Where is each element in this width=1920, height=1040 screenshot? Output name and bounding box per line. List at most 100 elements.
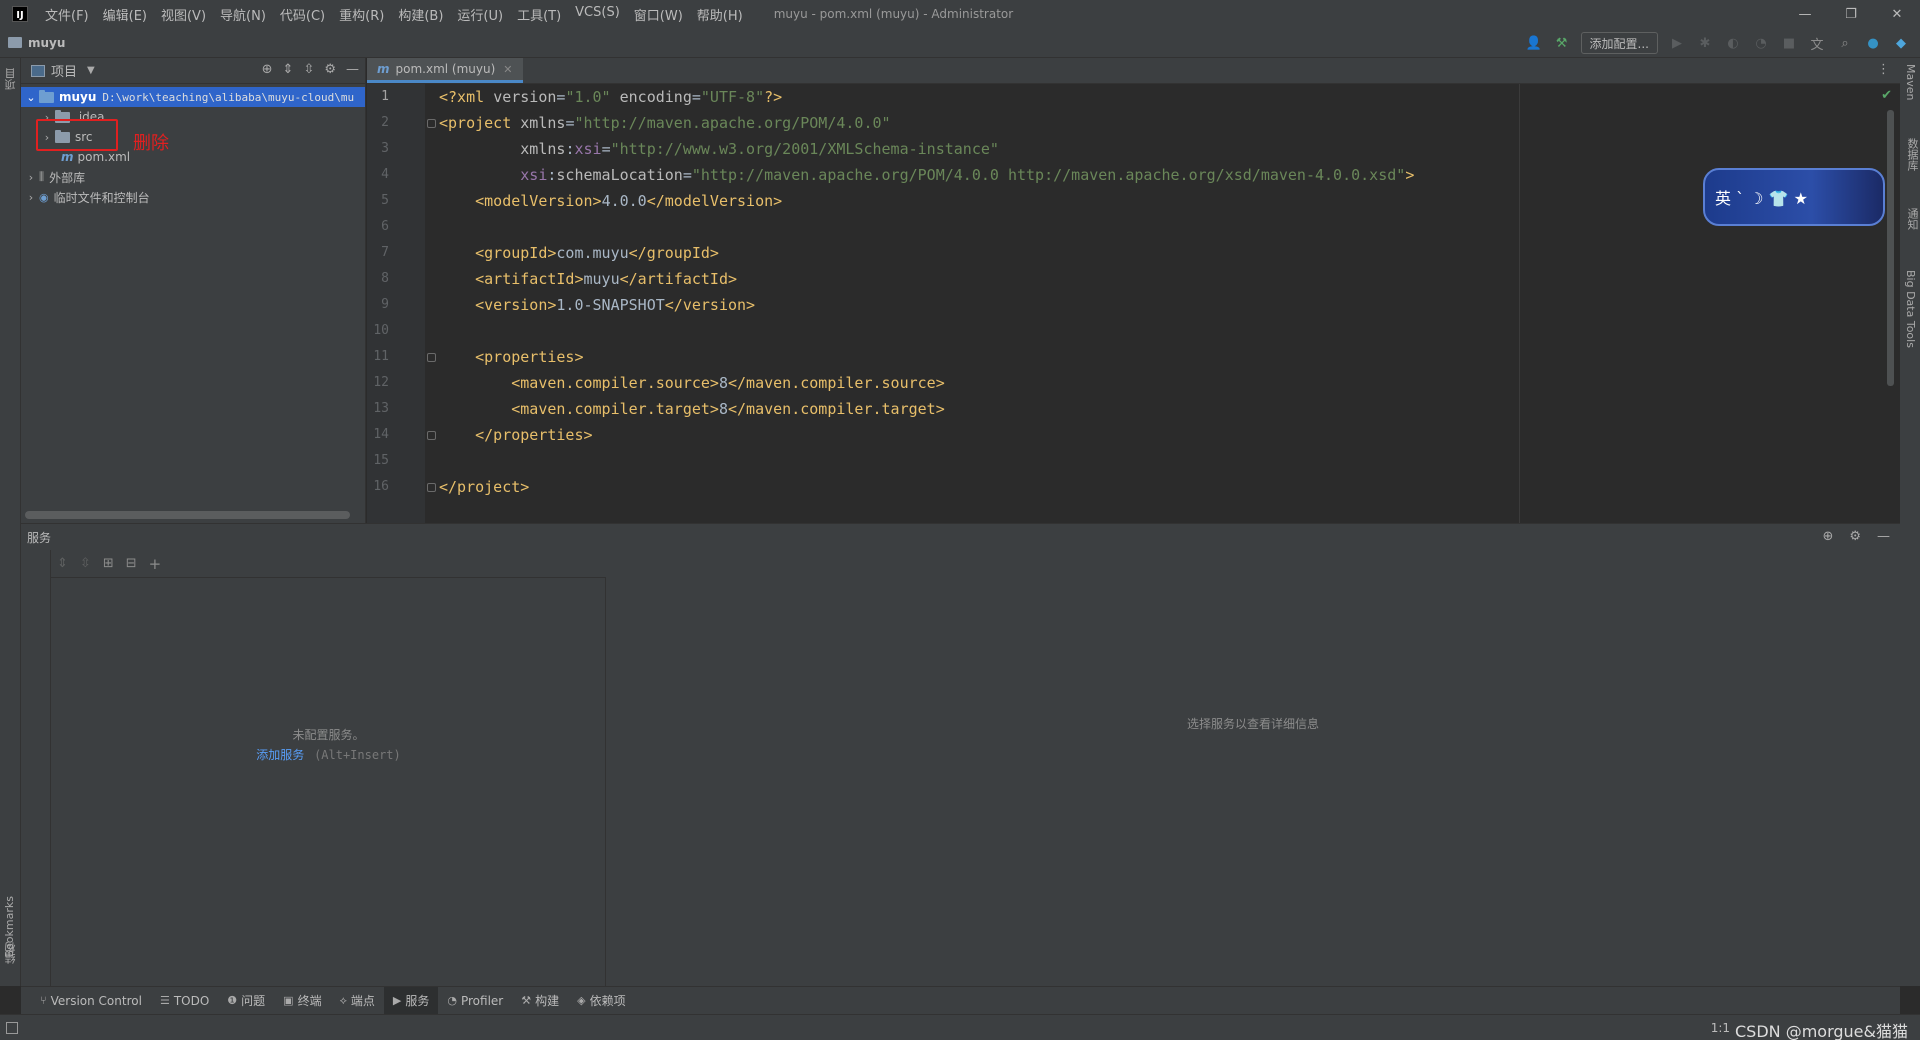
project-tool-button[interactable]: 项目: [3, 68, 19, 90]
fold-toggle-icon[interactable]: [427, 483, 436, 492]
group-by-icon[interactable]: ⊞: [103, 556, 114, 571]
tab-endpoints[interactable]: ⟡ 端点: [331, 987, 384, 1015]
add-service-link[interactable]: 添加服务: [256, 748, 304, 762]
menu-view[interactable]: 视图(V): [154, 5, 213, 24]
line-number: 13: [373, 401, 389, 416]
update-icon[interactable]: ●: [1864, 34, 1882, 52]
big-data-tools-button[interactable]: Big Data Tools: [1904, 270, 1917, 348]
window-title: muyu - pom.xml (muyu) - Administrator: [773, 7, 1014, 21]
tab-label: 终端: [297, 994, 322, 1008]
title-bar: IJ 文件(F) 编辑(E) 视图(V) 导航(N) 代码(C) 重构(R) 构…: [0, 0, 1920, 28]
menu-edit[interactable]: 编辑(E): [96, 5, 154, 24]
database-tool-button[interactable]: 数据库: [1904, 138, 1920, 171]
stop-icon[interactable]: ■: [1780, 34, 1798, 52]
tree-item-scratches[interactable]: › ◉ 临时文件和控制台: [21, 187, 365, 207]
add-service-icon[interactable]: +: [149, 555, 162, 573]
menu-file[interactable]: 文件(F): [38, 5, 96, 24]
fold-toggle-icon[interactable]: [427, 431, 436, 440]
horizontal-scrollbar[interactable]: [25, 511, 350, 519]
breadcrumb-project[interactable]: muyu: [28, 36, 65, 50]
translate-icon[interactable]: 文: [1808, 34, 1826, 53]
tab-services[interactable]: ▶ 服务: [383, 986, 439, 1015]
gear-icon[interactable]: ⚙: [324, 62, 336, 77]
plugin-icon[interactable]: ◆: [1892, 34, 1910, 52]
fold-toggle-icon[interactable]: [427, 353, 436, 362]
debug-icon[interactable]: ✱: [1696, 34, 1714, 52]
inspection-ok-icon[interactable]: ✔: [1881, 88, 1892, 103]
endpoints-icon: ⟡: [339, 993, 347, 1007]
tab-label: 构建: [535, 994, 560, 1008]
run-icon[interactable]: ▶: [1668, 34, 1686, 52]
menu-code[interactable]: 代码(C): [273, 5, 332, 24]
tree-item-external-libraries[interactable]: › ⫼ 外部库: [21, 167, 365, 187]
module-folder-icon: [39, 89, 54, 103]
expand-all-icon[interactable]: ⇕: [283, 62, 294, 77]
chevron-right-icon[interactable]: ›: [23, 171, 39, 184]
project-panel-title[interactable]: 项目: [51, 61, 77, 80]
filter-icon[interactable]: ⊟: [126, 556, 137, 571]
tree-item-label: 临时文件和控制台: [53, 190, 150, 205]
tab-dependencies[interactable]: ◈ 依赖项: [568, 987, 634, 1015]
structure-tool-button[interactable]: 结构: [3, 942, 19, 964]
close-window-button[interactable]: ✕: [1874, 0, 1920, 28]
list-icon: ☰: [159, 994, 170, 1007]
expand-all-icon[interactable]: ⇕: [57, 556, 68, 571]
menu-vcs[interactable]: VCS(S): [568, 5, 627, 24]
hide-icon[interactable]: —: [1877, 529, 1890, 544]
close-icon[interactable]: ✕: [503, 63, 512, 76]
services-icon: ▶: [392, 994, 402, 1007]
restore-button[interactable]: ❐: [1828, 0, 1874, 28]
tab-terminal[interactable]: ▣ 终端: [274, 987, 330, 1015]
profile-icon[interactable]: ◔: [1752, 34, 1770, 52]
collapse-all-icon[interactable]: ⇳: [80, 556, 91, 571]
tab-problems[interactable]: ❶ 问题: [218, 987, 274, 1015]
locate-icon[interactable]: ⊕: [262, 62, 273, 77]
banner-text: 英 ˋ ☽ 👕 ★: [1715, 189, 1808, 208]
editor: m pom.xml (muyu) ✕ ⋮ 1 2 3 4 5 6 7 8 9 1…: [367, 58, 1900, 523]
tab-label: Profiler: [460, 993, 504, 1008]
layout-toggle-icon[interactable]: [6, 1021, 18, 1034]
tab-version-control[interactable]: ⑂ Version Control: [31, 987, 151, 1015]
menu-refactor[interactable]: 重构(R): [332, 5, 391, 24]
vertical-scrollbar[interactable]: [1887, 110, 1894, 386]
code-line: <version>1.0-SNAPSHOT</version>: [475, 296, 756, 314]
branch-icon: ⑂: [40, 994, 47, 1007]
minimize-button[interactable]: —: [1782, 0, 1828, 28]
menu-bar: 文件(F) 编辑(E) 视图(V) 导航(N) 代码(C) 重构(R) 构建(B…: [38, 5, 750, 24]
search-icon[interactable]: ⌕: [1836, 34, 1854, 52]
input-method-banner: 英 ˋ ☽ 👕 ★: [1703, 168, 1885, 226]
notifications-tool-button[interactable]: 通知: [1904, 208, 1920, 230]
add-configuration-button[interactable]: 添加配置...: [1580, 32, 1658, 54]
tab-profiler[interactable]: ◔ Profiler: [438, 987, 512, 1015]
tab-build[interactable]: ⚒ 构建: [512, 987, 568, 1015]
navigation-bar: muyu 👤 ⚒ 添加配置... ▶ ✱ ◐ ◔ ■ 文 ⌕ ● ◆: [0, 28, 1920, 58]
more-options-icon[interactable]: ⋮: [1877, 62, 1890, 77]
line-number: 7: [381, 245, 389, 260]
build-hammer-icon[interactable]: ⚒: [1553, 34, 1571, 52]
maven-tool-button[interactable]: Maven: [1904, 64, 1917, 100]
menu-window[interactable]: 窗口(W): [627, 5, 690, 24]
hide-icon[interactable]: —: [346, 62, 359, 77]
chevron-down-icon[interactable]: ⌄: [23, 91, 39, 104]
breadcrumb[interactable]: muyu: [8, 36, 65, 50]
chevron-right-icon[interactable]: ›: [23, 191, 39, 204]
chevron-down-icon[interactable]: ▼: [87, 65, 95, 76]
menu-build[interactable]: 构建(B): [391, 5, 450, 24]
account-icon[interactable]: 👤: [1525, 34, 1543, 52]
menu-help[interactable]: 帮助(H): [690, 5, 750, 24]
code-area[interactable]: <?xml version="1.0" encoding="UTF-8"?> <…: [439, 84, 1839, 523]
gear-icon[interactable]: ⚙: [1849, 529, 1861, 544]
coverage-icon[interactable]: ◐: [1724, 34, 1742, 52]
layers-icon: ◈: [577, 994, 586, 1007]
caret-position[interactable]: 1:1: [1711, 1021, 1730, 1035]
menu-run[interactable]: 运行(U): [450, 5, 510, 24]
tab-pom-xml[interactable]: m pom.xml (muyu) ✕: [367, 58, 523, 83]
menu-tools[interactable]: 工具(T): [510, 5, 568, 24]
code-line: xmlns:xsi="http://www.w3.org/2001/XMLSch…: [520, 140, 999, 158]
collapse-all-icon[interactable]: ⇳: [303, 62, 314, 77]
locate-icon[interactable]: ⊕: [1822, 529, 1833, 544]
menu-navigate[interactable]: 导航(N): [213, 5, 273, 24]
tree-item-muyu[interactable]: ⌄ muyu D:\work\teaching\alibaba\muyu-clo…: [21, 87, 365, 107]
fold-toggle-icon[interactable]: [427, 119, 436, 128]
tab-todo[interactable]: ☰ TODO: [151, 987, 218, 1015]
